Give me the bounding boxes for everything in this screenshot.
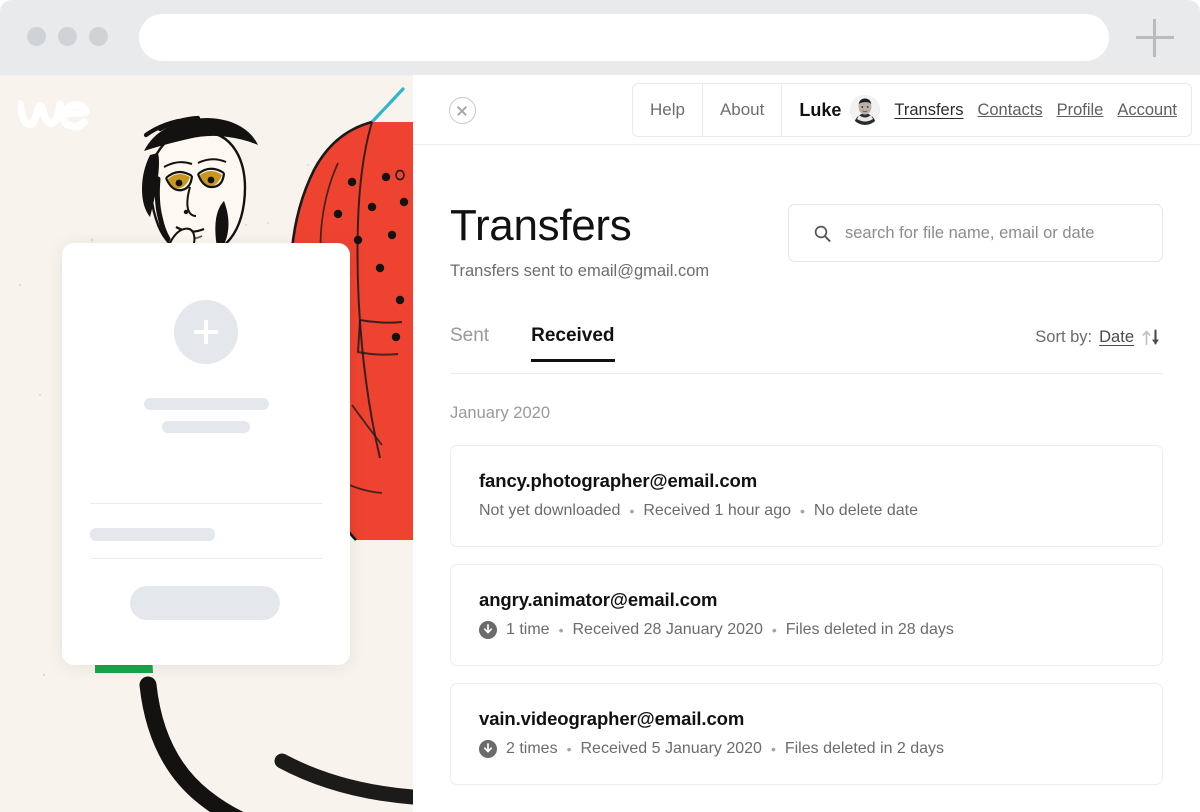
meta-separator: •: [800, 503, 805, 519]
transfer-delete-date: Files deleted in 2 days: [784, 740, 945, 757]
sort-value[interactable]: Date: [1099, 328, 1134, 347]
upload-title-placeholder: [144, 398, 269, 410]
illustration-panel: we: [0, 75, 413, 812]
transfer-list-item[interactable]: fancy.photographer@email.com Not yet dow…: [450, 445, 1163, 547]
upload-button-placeholder[interactable]: [130, 586, 280, 620]
nav-link-transfers[interactable]: Transfers: [894, 101, 963, 120]
download-icon: [479, 740, 497, 758]
close-icon[interactable]: [449, 97, 476, 124]
upload-subtitle-placeholder: [162, 421, 250, 433]
transfer-delete-date: No delete date: [813, 502, 918, 519]
add-files-plus-icon[interactable]: [174, 300, 238, 364]
wetransfer-logo: we: [18, 100, 90, 131]
transfer-list-item[interactable]: vain.videographer@email.com 2 times • Re…: [450, 683, 1163, 785]
nav-link-account[interactable]: Account: [1117, 101, 1177, 120]
transfer-list: fancy.photographer@email.com Not yet dow…: [450, 445, 1163, 785]
tab-received[interactable]: Received: [531, 325, 616, 362]
transfer-received-date: Received 1 hour ago: [643, 502, 791, 519]
avatar[interactable]: [850, 95, 881, 125]
upload-field-placeholder: [90, 528, 215, 541]
transfer-download-count: 2 times: [506, 740, 558, 757]
transfer-sender-email: vain.videographer@email.com: [479, 708, 745, 729]
maximize-window-button[interactable]: [89, 27, 108, 46]
transfer-download-status: Not yet downloaded: [479, 502, 621, 519]
search-box[interactable]: [788, 204, 1163, 262]
address-bar[interactable]: [139, 14, 1109, 61]
upload-divider-bottom: [90, 558, 322, 559]
nav-link-contacts[interactable]: Contacts: [977, 101, 1042, 120]
transfer-sender-email: angry.animator@email.com: [479, 589, 718, 610]
upload-card[interactable]: [62, 243, 350, 665]
meta-separator: •: [558, 622, 564, 638]
window-traffic-lights: [27, 27, 108, 46]
nav-item-about[interactable]: About: [703, 84, 783, 136]
tab-sent[interactable]: Sent: [450, 325, 489, 361]
month-group-label: January 2020: [450, 404, 550, 422]
transfers-app-panel: Help About Luke Transfers Contacts Profi…: [413, 75, 1200, 812]
sort-label: Sort by:: [1035, 328, 1093, 346]
nav-item-help[interactable]: Help: [633, 84, 703, 136]
meta-separator: •: [629, 503, 635, 519]
transfer-download-count: 1 time: [506, 621, 550, 638]
nav-link-profile[interactable]: Profile: [1057, 101, 1104, 120]
avatar-photo-icon: [850, 95, 881, 125]
transfer-received-date: Received 5 January 2020: [580, 740, 762, 757]
transfer-received-date: Received 28 January 2020: [572, 621, 763, 638]
search-icon: [814, 225, 831, 242]
transfer-meta: Not yet downloaded • Received 1 hour ago…: [479, 502, 1134, 520]
transfer-meta: 2 times • Received 5 January 2020 • File…: [479, 740, 1134, 758]
nav-item-about-label: About: [719, 100, 765, 119]
transfer-tabs: Sent Received Sort by: Date: [450, 325, 1163, 374]
sort-arrows-icon[interactable]: [1141, 328, 1163, 347]
browser-chrome: [0, 0, 1200, 75]
main-content: Transfers Transfers sent to email@gmail.…: [413, 201, 1200, 785]
meta-separator: •: [771, 622, 777, 638]
close-window-button[interactable]: [27, 27, 46, 46]
meta-separator: •: [566, 741, 572, 757]
app-root: we Help About: [0, 0, 1200, 812]
minimize-window-button[interactable]: [58, 27, 77, 46]
user-menu[interactable]: Luke: [782, 84, 894, 136]
upload-divider-top: [90, 503, 322, 504]
sort-control[interactable]: Sort by: Date: [1035, 328, 1163, 347]
download-icon: [479, 621, 497, 639]
new-tab-plus-icon[interactable]: [1136, 19, 1174, 57]
page-subtitle: Transfers sent to email@gmail.com: [450, 262, 710, 280]
user-name: Luke: [799, 99, 842, 120]
page-header: Transfers Transfers sent to email@gmail.…: [450, 201, 1163, 287]
top-navigation: Help About Luke Transfers Contacts Profi…: [413, 75, 1200, 145]
meta-separator: •: [770, 741, 776, 757]
search-input[interactable]: [845, 223, 1145, 243]
nav-item-help-label: Help: [649, 100, 685, 119]
nav-links: Transfers Contacts Profile Account: [894, 84, 1191, 136]
transfer-meta: 1 time • Received 28 January 2020 • File…: [479, 621, 1134, 639]
transfer-delete-date: Files deleted in 28 days: [785, 621, 954, 638]
transfer-list-item[interactable]: angry.animator@email.com 1 time • Receiv…: [450, 564, 1163, 666]
nav-group: Help About Luke Transfers Contacts Profi…: [631, 83, 1192, 137]
transfer-sender-email: fancy.photographer@email.com: [479, 470, 758, 491]
